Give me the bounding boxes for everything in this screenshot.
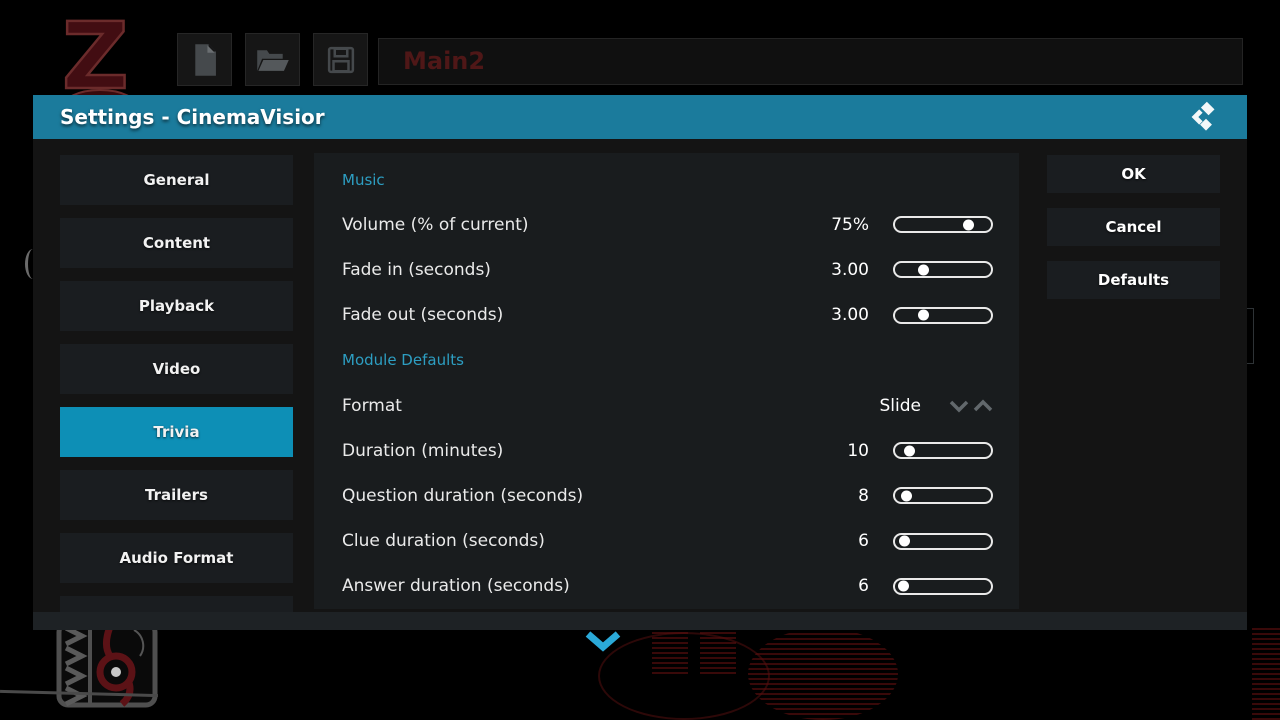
setting-slider[interactable] [893, 578, 993, 595]
section-header: Module Defaults [342, 338, 993, 383]
scroll-down-indicator[interactable] [584, 631, 622, 653]
setting-row[interactable]: Question duration (seconds)8 [342, 473, 993, 518]
setting-label: Question duration (seconds) [342, 486, 858, 506]
setting-value: 8 [858, 486, 869, 506]
chevron-up-icon[interactable] [973, 399, 993, 413]
button-label: Defaults [1098, 271, 1169, 289]
setting-row[interactable]: FormatSlide [342, 383, 993, 428]
ok-button[interactable]: OK [1047, 155, 1220, 193]
setting-row[interactable]: Fade in (seconds)3.00 [342, 247, 993, 292]
save-button[interactable] [313, 33, 368, 86]
button-label: Cancel [1105, 218, 1161, 236]
sidebar-item-label: Trailers [145, 486, 208, 504]
new-file-button[interactable] [177, 33, 232, 86]
setting-row[interactable]: Answer duration (seconds)6 [342, 564, 993, 609]
section-header: Music [342, 157, 993, 202]
setting-row[interactable]: Fade out (seconds)3.00 [342, 293, 993, 338]
setting-label: Duration (minutes) [342, 441, 847, 461]
z-media-player-logo: Z [54, 8, 146, 108]
dialog-bottom-edge [33, 612, 1247, 630]
setting-value: 6 [858, 531, 869, 551]
section-header-label: Module Defaults [342, 351, 464, 369]
slider-knob[interactable] [963, 219, 974, 230]
sidebar-item-content[interactable]: Content [60, 218, 293, 268]
filename-field[interactable]: Main2 [378, 38, 1243, 85]
slider-knob[interactable] [898, 581, 909, 592]
setting-label: Format [342, 396, 880, 416]
settings-panel: MusicVolume (% of current)75%Fade in (se… [314, 153, 1019, 609]
setting-slider[interactable] [893, 533, 993, 550]
setting-label: Volume (% of current) [342, 215, 831, 235]
sidebar-item-general[interactable]: General [60, 155, 293, 205]
defaults-button[interactable]: Defaults [1047, 261, 1220, 299]
svg-text:Z: Z [62, 8, 129, 108]
open-folder-icon [256, 45, 290, 75]
sidebar-item-label: Playback [139, 297, 214, 315]
sidebar-item-video[interactable]: Video [60, 344, 293, 394]
countdown-reel-art [1252, 628, 1280, 720]
setting-label: Fade in (seconds) [342, 260, 831, 280]
setting-value: 10 [847, 441, 869, 461]
button-label: OK [1121, 165, 1145, 183]
setting-value: 75% [831, 215, 869, 235]
chevron-down-icon[interactable] [949, 399, 969, 413]
setting-row[interactable]: Clue duration (seconds)6 [342, 519, 993, 564]
sidebar-item-label: Trivia [153, 423, 199, 441]
setting-value: 3.00 [831, 260, 869, 280]
setting-label: Fade out (seconds) [342, 305, 831, 325]
open-folder-button[interactable] [245, 33, 300, 86]
setting-value: Slide [880, 396, 922, 416]
setting-slider[interactable] [893, 307, 993, 324]
countdown-reel-art [748, 628, 898, 720]
sidebar-item-label: General [144, 171, 210, 189]
setting-value: 3.00 [831, 305, 869, 325]
sidebar-item-playback[interactable]: Playback [60, 281, 293, 331]
sidebar-item-audio-format[interactable]: Audio Format [60, 533, 293, 583]
kodi-logo-icon [1189, 100, 1223, 134]
setting-slider[interactable] [893, 442, 993, 459]
countdown-reel-art [652, 632, 688, 674]
slider-knob[interactable] [901, 490, 912, 501]
setting-slider[interactable] [893, 261, 993, 278]
setting-spinner[interactable] [945, 399, 993, 413]
setting-row[interactable]: Duration (minutes)10 [342, 428, 993, 473]
settings-dialog: Settings - CinemaVisior General Content Pl… [33, 95, 1247, 630]
setting-slider[interactable] [893, 487, 993, 504]
dialog-title-bar: Settings - CinemaVisior [33, 95, 1247, 139]
setting-slider[interactable] [893, 216, 993, 233]
section-header-label: Music [342, 171, 385, 189]
slider-knob[interactable] [904, 445, 915, 456]
sidebar-item-trailers[interactable]: Trailers [60, 470, 293, 520]
save-icon [326, 45, 356, 75]
sidebar-item-label: Content [143, 234, 210, 252]
setting-label: Clue duration (seconds) [342, 531, 858, 551]
slider-knob[interactable] [899, 536, 910, 547]
countdown-reel-art [700, 632, 736, 674]
setting-value: 6 [858, 576, 869, 596]
setting-row[interactable]: Volume (% of current)75% [342, 202, 993, 247]
cancel-button[interactable]: Cancel [1047, 208, 1220, 246]
new-file-icon [190, 43, 220, 77]
slider-knob[interactable] [918, 264, 929, 275]
sidebar-item-label: Audio Format [120, 549, 234, 567]
sidebar-item-label: Video [153, 360, 201, 378]
slider-knob[interactable] [918, 310, 929, 321]
sidebar-item-trivia[interactable]: Trivia [60, 407, 293, 457]
setting-label: Answer duration (seconds) [342, 576, 858, 596]
dialog-title: Settings - CinemaVisior [60, 95, 325, 139]
